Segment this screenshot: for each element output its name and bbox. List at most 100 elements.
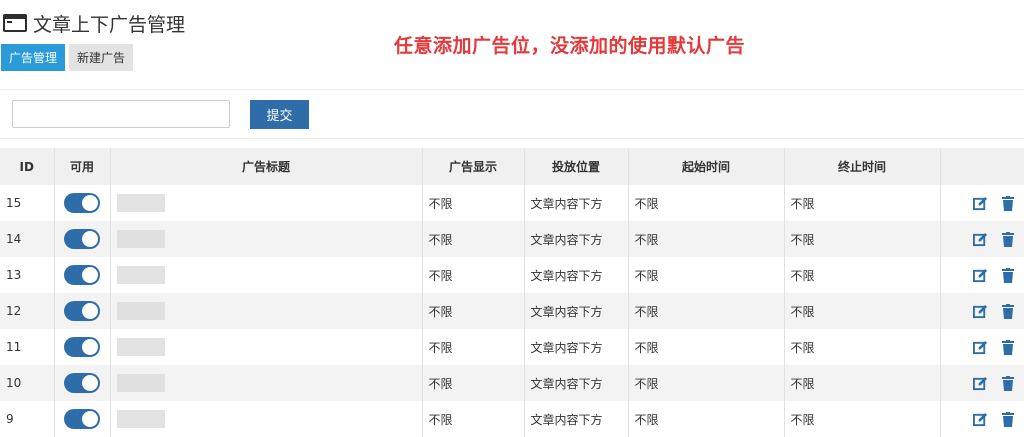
enabled-toggle[interactable] — [64, 373, 100, 393]
enabled-toggle[interactable] — [64, 229, 100, 249]
cell-ad-display: 不限 — [421, 185, 524, 221]
cell-id: 9 — [0, 401, 54, 437]
blurred-title — [116, 194, 165, 212]
search-toolbar: 提交 — [0, 89, 1024, 139]
col-position: 投放位置 — [523, 148, 628, 185]
col-ad-display: 广告显示 — [421, 148, 524, 185]
page-title: 文章上下广告管理 — [33, 13, 186, 36]
trash-icon[interactable] — [1002, 375, 1014, 391]
blurred-title — [116, 302, 165, 320]
blurred-title — [116, 410, 165, 428]
col-id: ID — [0, 148, 54, 185]
cell-actions — [939, 401, 1024, 437]
cell-id: 11 — [0, 329, 54, 365]
cell-id: 12 — [0, 293, 54, 329]
ad-table: ID 可用 广告标题 广告显示 投放位置 起始时间 终止时间 15 不限 文章内容下… — [0, 148, 1024, 437]
cell-enabled — [53, 329, 110, 365]
table-row: 15 不限 文章内容下方 不限 不限 — [0, 185, 1024, 221]
cell-position: 文章内容下方 — [523, 401, 628, 437]
cell-ad-display: 不限 — [421, 293, 524, 329]
enabled-toggle[interactable] — [64, 301, 100, 321]
cell-start-time: 不限 — [627, 329, 784, 365]
cell-enabled — [53, 257, 110, 293]
cell-ad-display: 不限 — [421, 365, 524, 401]
cell-ad-title — [109, 329, 422, 365]
cell-ad-title — [109, 185, 422, 221]
cell-ad-title — [109, 293, 422, 329]
table-row: 9 不限 文章内容下方 不限 不限 — [0, 401, 1024, 437]
cell-actions — [939, 293, 1024, 329]
enabled-toggle[interactable] — [64, 265, 100, 285]
cell-start-time: 不限 — [627, 185, 784, 221]
cell-id: 13 — [0, 257, 54, 293]
cell-position: 文章内容下方 — [523, 329, 628, 365]
tab-bar: 广告管理 新建广告 — [1, 44, 134, 71]
edit-icon[interactable] — [973, 232, 988, 247]
tab-new-ad[interactable]: 新建广告 — [69, 44, 134, 71]
cell-start-time: 不限 — [627, 257, 784, 293]
cell-ad-title — [109, 401, 422, 437]
cell-ad-display: 不限 — [421, 257, 524, 293]
search-input[interactable] — [12, 100, 230, 128]
cell-end-time: 不限 — [783, 257, 940, 293]
cell-actions — [939, 365, 1024, 401]
cell-actions — [939, 185, 1024, 221]
cell-ad-display: 不限 — [421, 221, 524, 257]
notice-text: 任意添加广告位，没添加的使用默认广告 — [394, 35, 746, 57]
col-enabled: 可用 — [53, 148, 110, 185]
cell-ad-display: 不限 — [421, 401, 524, 437]
edit-icon[interactable] — [973, 268, 988, 283]
trash-icon[interactable] — [1002, 339, 1014, 355]
cell-enabled — [53, 365, 110, 401]
cell-enabled — [53, 221, 110, 257]
cell-enabled — [53, 185, 110, 221]
enabled-toggle[interactable] — [64, 193, 100, 213]
tab-ad-management[interactable]: 广告管理 — [1, 44, 66, 71]
cell-position: 文章内容下方 — [523, 257, 628, 293]
cell-start-time: 不限 — [627, 365, 784, 401]
edit-icon[interactable] — [973, 304, 988, 319]
trash-icon[interactable] — [1002, 303, 1014, 319]
cell-end-time: 不限 — [783, 293, 940, 329]
cell-position: 文章内容下方 — [523, 365, 628, 401]
table-row: 14 不限 文章内容下方 不限 不限 — [0, 221, 1024, 257]
cell-id: 10 — [0, 365, 54, 401]
table-row: 11 不限 文章内容下方 不限 不限 — [0, 329, 1024, 365]
cell-position: 文章内容下方 — [523, 293, 628, 329]
enabled-toggle[interactable] — [64, 337, 100, 357]
cell-start-time: 不限 — [627, 221, 784, 257]
cell-ad-title — [109, 365, 422, 401]
edit-icon[interactable] — [973, 340, 988, 355]
cell-actions — [939, 221, 1024, 257]
cell-ad-title — [109, 257, 422, 293]
window-icon — [3, 14, 27, 32]
cell-end-time: 不限 — [783, 401, 940, 437]
cell-end-time: 不限 — [783, 329, 940, 365]
cell-ad-title — [109, 221, 422, 257]
cell-start-time: 不限 — [627, 293, 784, 329]
enabled-toggle[interactable] — [64, 409, 100, 429]
table-row: 10 不限 文章内容下方 不限 不限 — [0, 365, 1024, 401]
table-header-row: ID 可用 广告标题 广告显示 投放位置 起始时间 终止时间 — [0, 148, 1024, 185]
cell-end-time: 不限 — [783, 185, 940, 221]
submit-button[interactable]: 提交 — [250, 100, 309, 129]
cell-position: 文章内容下方 — [523, 221, 628, 257]
trash-icon[interactable] — [1002, 267, 1014, 283]
page-header: 文章上下广告管理 — [3, 8, 185, 38]
cell-ad-display: 不限 — [421, 329, 524, 365]
cell-actions — [939, 257, 1024, 293]
col-ad-title: 广告标题 — [109, 148, 422, 185]
cell-id: 14 — [0, 221, 54, 257]
edit-icon[interactable] — [973, 196, 988, 211]
col-start-time: 起始时间 — [627, 148, 784, 185]
trash-icon[interactable] — [1002, 231, 1014, 247]
cell-end-time: 不限 — [783, 365, 940, 401]
cell-end-time: 不限 — [783, 221, 940, 257]
edit-icon[interactable] — [973, 376, 988, 391]
blurred-title — [116, 374, 165, 392]
cell-enabled — [53, 293, 110, 329]
col-actions — [939, 148, 1024, 185]
cell-id: 15 — [0, 185, 54, 221]
trash-icon[interactable] — [1002, 195, 1014, 211]
table-row: 12 不限 文章内容下方 不限 不限 — [0, 293, 1024, 329]
